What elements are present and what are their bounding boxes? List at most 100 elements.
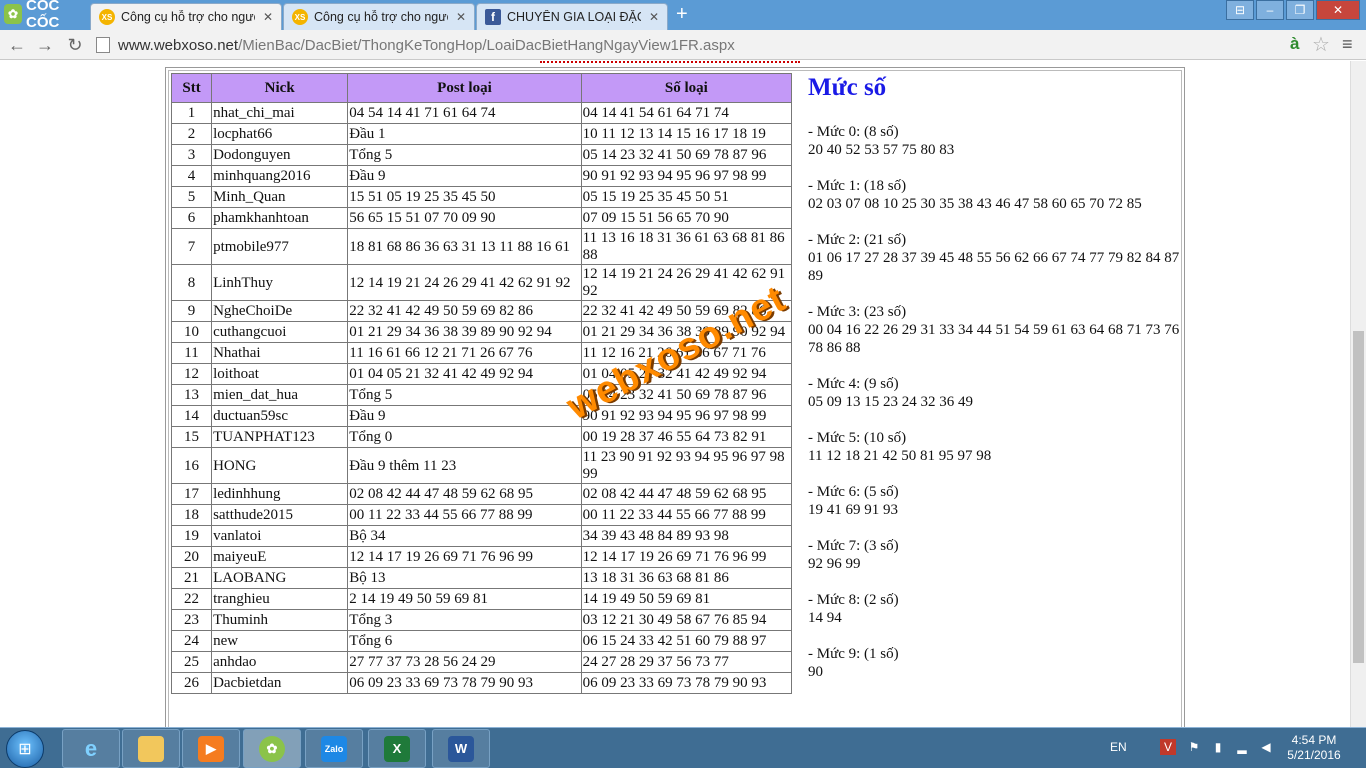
muc-level-numbers: 00 04 16 22 26 29 31 33 34 44 51 54 59 6… (808, 322, 1180, 356)
system-clock[interactable]: 4:54 PM 5/21/2016 (1284, 733, 1344, 763)
muc-level: - Mức 4: (9 số) 05 09 13 15 23 24 32 36 4… (808, 375, 1188, 411)
cell-nick: Minh_Quan (211, 186, 349, 208)
clock-time: 4:54 PM (1291, 733, 1337, 747)
coccoc-browser-icon: ✿ (259, 735, 285, 762)
reload-icon[interactable]: ↻ (64, 34, 86, 56)
cell-nick: nhat_chi_mai (211, 102, 349, 124)
cell-so: 13 18 31 36 63 68 81 86 (580, 567, 793, 589)
windows-taskbar: ⊞ e ▶ ✿ Zalo X W EN V ⚑ ▮ ▂ ◀ 4:54 PM 5/… (0, 727, 1366, 768)
table-row: 22 tranghieu 2 14 19 49 50 59 69 81 14 19 4… (170, 588, 793, 610)
forward-arrow-icon[interactable]: → (34, 34, 56, 56)
cell-post: Đầu 9 thêm 11 23 (347, 447, 582, 484)
cell-stt: 17 (170, 483, 213, 505)
cell-stt: 14 (170, 405, 213, 427)
muc-level-numbers: 90 (808, 664, 823, 680)
table-row: 20 maiyeuE 12 14 17 19 26 69 71 76 96 99 12… (170, 546, 793, 568)
url-input[interactable]: www.webxoso.net/MienBac/DacBiet/ThongKeT… (96, 34, 1286, 56)
xs-favicon-icon: XS (99, 9, 115, 25)
tray-app-icon[interactable]: V (1160, 739, 1176, 755)
tab-close-icon[interactable]: ✕ (263, 10, 273, 24)
tab-1[interactable]: XS Công cụ hỗ trợ cho người ✕ (90, 3, 282, 30)
header-nick: Nick (211, 73, 349, 103)
taskbar-coccoc[interactable]: ✿ (243, 729, 301, 768)
action-center-icon[interactable]: ⚑ (1186, 739, 1202, 755)
muc-level: - Mức 2: (21 số) 01 06 17 27 28 37 39 45 … (808, 231, 1188, 285)
cell-so: 24 27 28 29 37 56 73 77 (580, 651, 793, 673)
facebook-favicon-icon: f (485, 9, 501, 25)
cell-post: Tổng 3 (347, 609, 582, 631)
cell-stt: 1 (170, 102, 213, 124)
xs-favicon-icon: XS (292, 9, 308, 25)
cell-post: 2 14 19 49 50 59 69 81 (347, 588, 582, 610)
cell-nick: phamkhanhtoan (211, 207, 349, 229)
taskbar-excel[interactable]: X (368, 729, 426, 768)
cell-stt: 21 (170, 567, 213, 589)
cell-so: 11 23 90 91 92 93 94 95 96 97 98 99 (580, 447, 793, 484)
maximize-icon[interactable]: ❐ (1286, 0, 1314, 20)
cell-nick: cuthangcuoi (211, 321, 349, 343)
cell-post: Tổng 5 (347, 144, 582, 166)
volume-icon[interactable]: ◀ (1258, 739, 1274, 755)
tab-2[interactable]: XS Công cụ hỗ trợ cho người ✕ (283, 3, 475, 30)
cell-post: Tổng 6 (347, 630, 582, 652)
cell-post: Đầu 1 (347, 123, 582, 145)
table-row: 25 anhdao 27 77 37 73 28 56 24 29 24 27 28 … (170, 651, 793, 673)
cell-post: 12 14 19 21 24 26 29 41 42 62 91 92 (347, 264, 582, 301)
cell-stt: 24 (170, 630, 213, 652)
cell-post: Bộ 34 (347, 525, 582, 547)
tab-3[interactable]: f CHUYÊN GIA LOẠI ĐẶC BI ✕ (476, 3, 668, 30)
cell-stt: 20 (170, 546, 213, 568)
taskbar-zalo[interactable]: Zalo (305, 729, 363, 768)
taskbar-ie[interactable]: e (62, 729, 120, 768)
cell-post: Tổng 5 (347, 384, 582, 406)
back-arrow-icon[interactable]: ← (6, 34, 28, 56)
tab-close-icon[interactable]: ✕ (649, 10, 659, 24)
close-window-icon[interactable]: ✕ (1316, 0, 1360, 20)
cell-nick: anhdao (211, 651, 349, 673)
table-header-row: Stt Nick Post loại Số loại (170, 73, 793, 103)
cell-nick: minhquang2016 (211, 165, 349, 187)
cell-nick: maiyeuE (211, 546, 349, 568)
cell-nick: Thuminh (211, 609, 349, 631)
cell-stt: 26 (170, 672, 213, 694)
profile-icon[interactable]: ⊟ (1226, 0, 1254, 20)
muc-level-numbers: 01 06 17 27 28 37 39 45 48 55 56 62 66 6… (808, 250, 1180, 284)
cell-nick: LinhThuy (211, 264, 349, 301)
taskbar-word[interactable]: W (432, 729, 490, 768)
header-so: Số loại (580, 73, 793, 103)
extension-icon[interactable]: à (1290, 34, 1299, 54)
tab-close-icon[interactable]: ✕ (456, 10, 466, 24)
network-signal-icon[interactable]: ▂ (1234, 739, 1250, 755)
table-row: 4 minhquang2016 Đầu 9 90 91 92 93 94 95 96 … (170, 165, 793, 187)
cell-nick: LAOBANG (211, 567, 349, 589)
taskbar-explorer[interactable] (122, 729, 180, 768)
new-tab-icon[interactable]: + (676, 4, 694, 24)
language-indicator[interactable]: EN (1110, 740, 1127, 754)
table-row: 21 LAOBANG Bộ 13 13 18 31 36 63 68 81 86 (170, 567, 793, 589)
scrollbar-thumb[interactable] (1353, 331, 1364, 663)
tab-title: Công cụ hỗ trợ cho người (121, 10, 255, 24)
table-row: 1 nhat_chi_mai 04 54 14 41 71 61 64 74 04 1… (170, 102, 793, 124)
muc-level-label: - Mức 8: (2 số) (808, 592, 899, 608)
cell-so: 10 11 12 13 14 15 16 17 18 19 (580, 123, 793, 145)
start-button[interactable]: ⊞ (6, 730, 44, 768)
cell-post: 56 65 15 51 07 70 09 90 (347, 207, 582, 229)
vertical-scrollbar[interactable] (1350, 61, 1366, 727)
table-body: 1 nhat_chi_mai 04 54 14 41 71 61 64 74 04 1… (170, 102, 793, 694)
taskbar-media[interactable]: ▶ (182, 729, 240, 768)
cell-nick: mien_dat_hua (211, 384, 349, 406)
table-row: 8 LinhThuy 12 14 19 21 24 26 29 41 42 62 9… (170, 264, 793, 301)
hamburger-menu-icon[interactable]: ≡ (1342, 34, 1353, 55)
cell-stt: 25 (170, 651, 213, 673)
muc-so-list: - Mức 0: (8 số) 20 40 52 53 57 75 80 83- … (808, 123, 1188, 681)
bookmark-star-icon[interactable]: ☆ (1312, 32, 1330, 57)
browser-menu-button[interactable]: ✿ CỐC CỐC (0, 0, 90, 31)
cell-so: 90 91 92 93 94 95 96 97 98 99 (580, 165, 793, 187)
cell-nick: NgheChoiDe (211, 300, 349, 322)
cell-stt: 2 (170, 123, 213, 145)
table-row: 6 phamkhanhtoan 56 65 15 51 07 70 09 90 07 … (170, 207, 793, 229)
minimize-icon[interactable]: – (1256, 0, 1284, 20)
battery-icon[interactable]: ▮ (1210, 739, 1226, 755)
table-row: 7 ptmobile977 18 81 68 86 36 63 31 13 11 8… (170, 228, 793, 265)
table-row: 24 new Tổng 6 06 15 24 33 42 51 60 79 88 97 (170, 630, 793, 652)
